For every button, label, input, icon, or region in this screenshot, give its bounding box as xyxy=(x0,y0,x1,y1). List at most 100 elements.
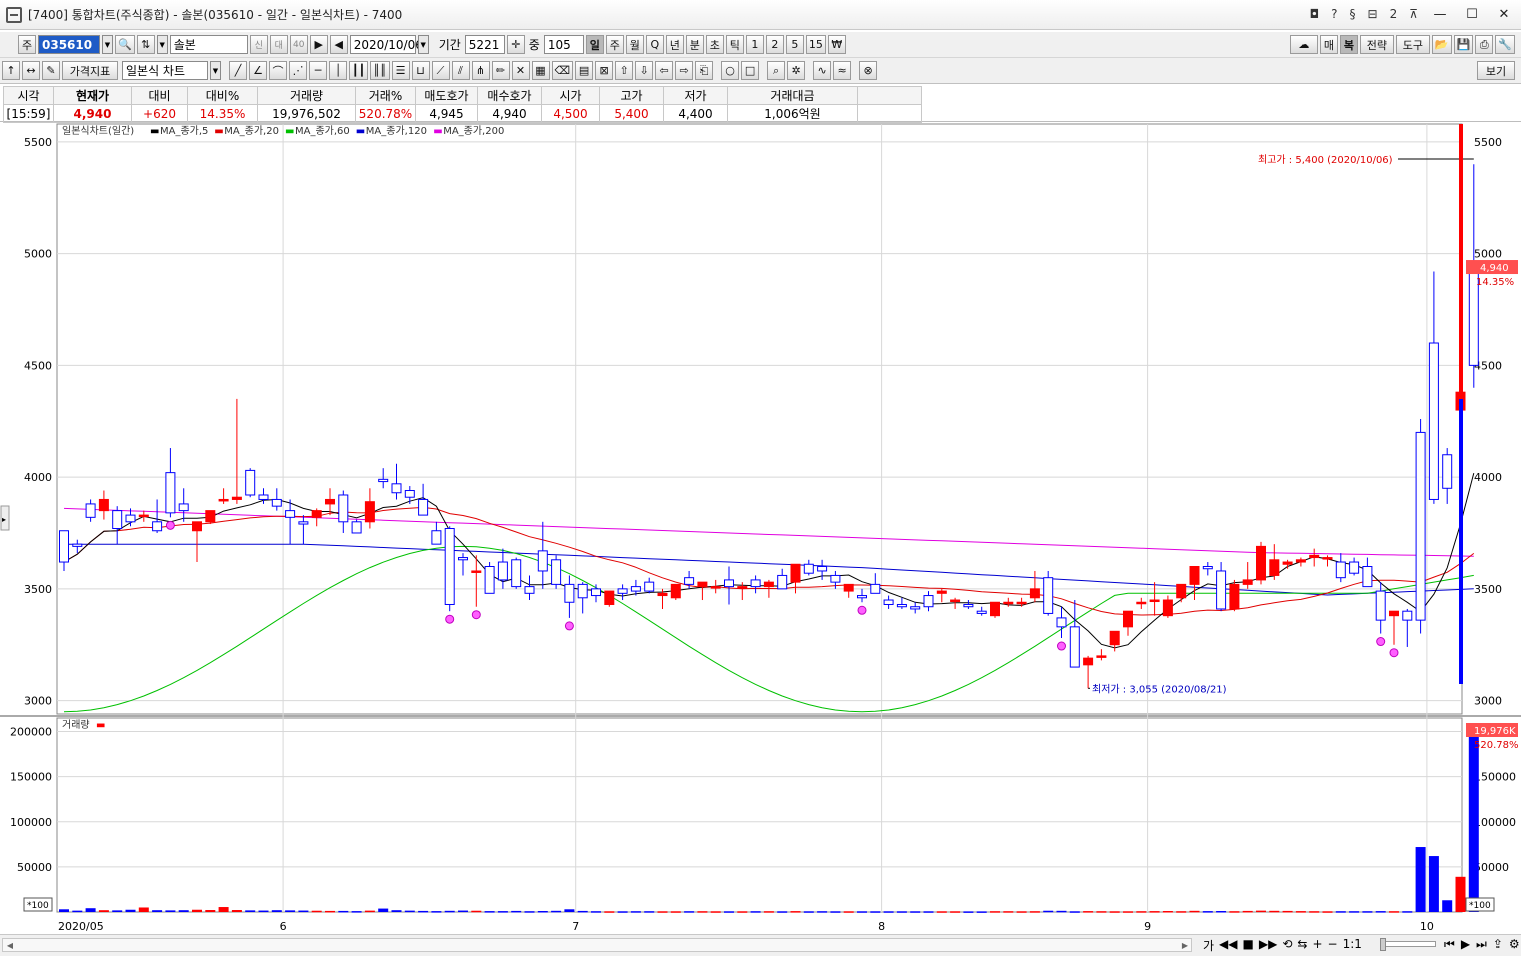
market-type-button[interactable]: 주 xyxy=(18,35,36,54)
double-wave-icon[interactable]: ≈ xyxy=(833,61,852,80)
layout-icon[interactable]: ⊟ xyxy=(1365,7,1381,21)
next-page-icon[interactable]: ▶ xyxy=(1461,937,1470,952)
zoom-slider-track[interactable] xyxy=(1382,941,1436,947)
search-icon[interactable]: 🔍 xyxy=(115,35,135,54)
rewind-icon[interactable]: ◀◀ xyxy=(1219,937,1237,954)
vline-icon[interactable]: │ xyxy=(329,61,347,80)
arrow-down-icon[interactable]: ⇩ xyxy=(635,61,654,80)
wave-icon[interactable]: ∿ xyxy=(813,61,832,80)
next-arrow-icon[interactable]: ▶ xyxy=(309,35,328,54)
rectangle-icon[interactable]: □ xyxy=(741,61,760,80)
count-input[interactable]: 105 xyxy=(543,35,584,54)
swap-icon[interactable]: ⇆ xyxy=(1297,937,1307,954)
interval-week[interactable]: 주 xyxy=(605,35,624,54)
circle-icon[interactable]: ○ xyxy=(721,61,740,80)
sort-dropdown-icon[interactable]: ▼ xyxy=(156,35,168,54)
scroll-left-icon[interactable]: ◀ xyxy=(3,938,17,952)
price-volume-chart[interactable]: 3000 30003500 35004000 40004500 45005000 5000… xyxy=(0,122,1521,934)
fibo-retrace-icon[interactable]: ☰ xyxy=(391,61,410,80)
interval-tick[interactable]: 틱 xyxy=(725,35,744,54)
wrench-icon[interactable]: 🔧 xyxy=(1495,35,1515,54)
interval-2[interactable]: 2 xyxy=(765,35,784,54)
interval-month[interactable]: 월 xyxy=(625,35,644,54)
chart-type-select[interactable]: 일본식 차트 xyxy=(122,61,208,80)
code-dropdown-icon[interactable]: ▼ xyxy=(102,35,113,54)
channel-icon[interactable]: ⫽ xyxy=(451,61,470,80)
stock-code-input[interactable]: 035610 xyxy=(38,35,100,54)
note-icon[interactable]: ▤ xyxy=(575,61,594,80)
magic-icon[interactable]: ✲ xyxy=(787,61,806,80)
help-icon[interactable]: ? xyxy=(1328,7,1340,21)
arrow-up-icon[interactable]: ⇧ xyxy=(615,61,634,80)
first-page-icon[interactable]: ⏮ xyxy=(1444,937,1455,952)
crosshair-icon[interactable]: ✛ xyxy=(506,35,525,54)
date-dropdown-icon[interactable]: ▼ xyxy=(417,35,429,54)
sort-icon[interactable]: ⇅ xyxy=(136,35,155,54)
maximize-button[interactable]: ☐ xyxy=(1459,4,1485,24)
compound-button[interactable]: 복 xyxy=(1339,35,1358,54)
last-page-icon[interactable]: ⏭ xyxy=(1476,937,1487,952)
replay-icon[interactable]: ⟲ xyxy=(1282,937,1292,954)
interval-1[interactable]: 1 xyxy=(745,35,764,54)
memo-icon[interactable]: ⎗ xyxy=(695,61,714,80)
date-input[interactable]: 2020/10/06 xyxy=(349,35,423,54)
zoom-ratio[interactable]: 1:1 xyxy=(1343,937,1362,954)
hline-icon[interactable]: ─ xyxy=(309,61,327,80)
tools-button[interactable]: 도구 xyxy=(1395,35,1430,54)
folder-icon[interactable]: 📂 xyxy=(1431,35,1452,54)
interval-year[interactable]: 년 xyxy=(665,35,684,54)
collapse-icon[interactable]: ⊼ xyxy=(1406,7,1421,21)
regression-icon[interactable]: ⟋ xyxy=(431,61,450,80)
fast-forward-icon[interactable]: ▶▶ xyxy=(1259,937,1277,954)
interval-day[interactable]: 일 xyxy=(585,35,604,54)
time-scrollbar[interactable] xyxy=(2,938,1192,952)
arc-icon[interactable]: ⌒ xyxy=(269,61,287,80)
config-icon[interactable]: ⚙ xyxy=(1509,937,1520,952)
horizontal-arrows-icon[interactable]: ↔ xyxy=(22,61,40,80)
up-arrow-icon[interactable]: ↑ xyxy=(2,61,20,80)
trendline-icon[interactable]: ╱ xyxy=(229,61,247,80)
minimize-button[interactable]: — xyxy=(1427,4,1453,24)
zoom-icon[interactable]: ⌕ xyxy=(767,61,786,80)
settings-icon[interactable]: § xyxy=(1347,7,1359,21)
stop-icon[interactable]: ■ xyxy=(1243,937,1254,954)
close-button[interactable]: ✕ xyxy=(1491,4,1517,24)
cycle-line-icon[interactable]: ║║ xyxy=(370,61,390,80)
cross-tool-icon[interactable]: ✕ xyxy=(511,61,530,80)
palette-icon[interactable]: ▦ xyxy=(531,61,550,80)
interval-quarter[interactable]: Q xyxy=(645,35,664,54)
fan-icon[interactable]: ⋰ xyxy=(289,61,307,80)
pencil-icon[interactable]: ✏ xyxy=(491,61,510,80)
zoom-slider-thumb[interactable] xyxy=(1380,938,1386,951)
interval-5[interactable]: 5 xyxy=(785,35,804,54)
cloud-icon[interactable]: ☁ xyxy=(1289,35,1318,54)
edit-icon[interactable]: ✎ xyxy=(42,61,60,80)
text-tool-icon[interactable]: ⊠ xyxy=(595,61,614,80)
text-mode-icon[interactable]: 가 xyxy=(1203,937,1214,954)
prev-arrow-icon[interactable]: ◀ xyxy=(329,35,348,54)
link-icon[interactable]: 2 xyxy=(1387,7,1401,21)
interval-second[interactable]: 초 xyxy=(705,35,724,54)
scroll-right-icon[interactable]: ▶ xyxy=(1178,938,1192,952)
trade-button[interactable]: 매 xyxy=(1319,35,1338,54)
view-button[interactable]: 보기 xyxy=(1477,61,1515,80)
arrow-right-icon[interactable]: ⇨ xyxy=(675,61,694,80)
zoom-in-icon[interactable]: + xyxy=(1312,937,1322,954)
print-icon[interactable]: ⎙ xyxy=(1475,35,1494,54)
angle-line-icon[interactable]: ∠ xyxy=(249,61,267,80)
save-icon[interactable]: 💾 xyxy=(1453,35,1474,54)
period-input[interactable]: 5221 xyxy=(464,35,505,54)
interval-15[interactable]: 15 xyxy=(805,35,826,54)
eraser-icon[interactable]: ⌫ xyxy=(551,61,574,80)
price-indicator-button[interactable]: 가격지표 xyxy=(62,61,118,80)
strategy-button[interactable]: 전략 xyxy=(1359,35,1394,54)
chart-area[interactable]: 3000 3000 3500 3500 4000 4000 4500 4500 5000 5000… xyxy=(0,122,1521,934)
gann-icon[interactable]: ⊔ xyxy=(411,61,430,80)
arrow-left-icon[interactable]: ⇦ xyxy=(655,61,674,80)
currency-icon[interactable]: ₩ xyxy=(827,35,846,54)
clear-tools-icon[interactable]: ⊗ xyxy=(859,61,878,80)
pitchfork-icon[interactable]: ⋔ xyxy=(471,61,490,80)
fibo-time-icon[interactable]: ┃┃ xyxy=(349,61,369,80)
screen-icon[interactable]: ◘ xyxy=(1307,7,1323,21)
zoom-out-icon[interactable]: − xyxy=(1328,937,1338,954)
